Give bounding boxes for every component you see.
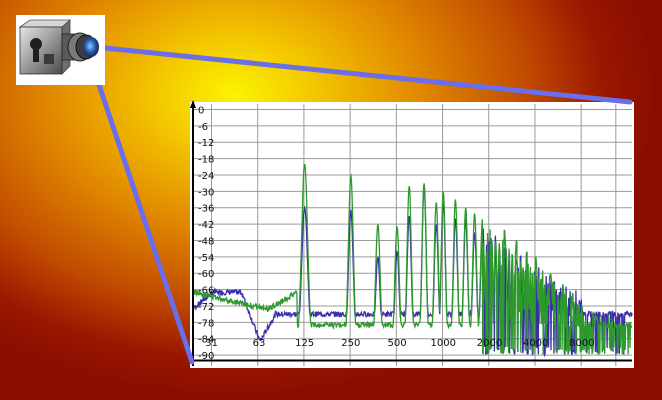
x-tick-label: 4000: [523, 338, 548, 349]
y-tick-label: -54: [198, 253, 214, 264]
projection-beam-top: [92, 44, 633, 105]
y-tick-label: -72: [198, 302, 214, 313]
x-tick-label: 2000: [477, 338, 502, 349]
x-tick-label: 63: [253, 338, 266, 349]
x-tick-label: 500: [388, 338, 407, 349]
y-tick-label: -30: [198, 187, 214, 198]
x-tick-labels: 31 63 125 250 500 1000 2000 4000 8000: [205, 338, 594, 349]
y-tick-label: -36: [198, 204, 214, 215]
y-tick-label: -12: [198, 138, 214, 149]
y-tick-label: -24: [198, 171, 214, 182]
projection-beam-bottom: [85, 49, 195, 365]
y-tick-label: -78: [198, 318, 214, 329]
spectrum-scene: 0 -6 -12 -18 -24 -30 -36 -42 -48 -54 -60 -66 -72 -78 -…: [16, 15, 634, 368]
y-tick-label: -42: [198, 220, 214, 231]
y-tick-label: -60: [198, 269, 214, 280]
x-tick-label: 125: [295, 338, 314, 349]
y-tick-label: -18: [198, 155, 214, 166]
y-tick-label: 0: [198, 105, 204, 116]
x-tick-label: 31: [205, 338, 218, 349]
x-tick-label: 1000: [431, 338, 456, 349]
x-tick-label: 250: [341, 338, 360, 349]
y-tick-label: -66: [198, 286, 214, 297]
y-tick-label: -6: [198, 122, 208, 133]
camera-icon: [16, 15, 105, 85]
y-tick-label: -48: [198, 236, 214, 247]
spectrum-chart: 0 -6 -12 -18 -24 -30 -36 -42 -48 -54 -60 -66 -72 -78 -…: [190, 100, 634, 368]
y-tick-label: -90: [198, 351, 214, 362]
x-tick-label: 8000: [569, 338, 594, 349]
